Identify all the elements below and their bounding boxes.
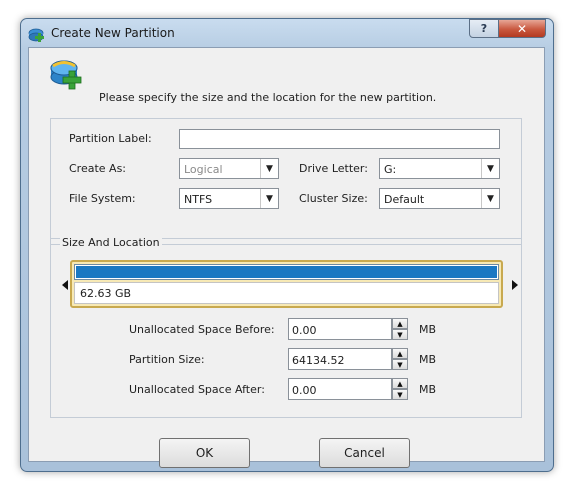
title-bar[interactable]: Create New Partition ? ✕ bbox=[21, 19, 553, 47]
drive-letter-select[interactable]: G: ▼ bbox=[379, 158, 500, 179]
spin-up-icon[interactable]: ▲ bbox=[392, 318, 408, 329]
spin-down-icon[interactable]: ▼ bbox=[392, 389, 408, 400]
spin-up-icon[interactable]: ▲ bbox=[392, 348, 408, 359]
partition-size-unit: MB bbox=[419, 353, 437, 366]
spin-down-icon[interactable]: ▼ bbox=[392, 329, 408, 340]
chevron-down-icon[interactable]: ▼ bbox=[260, 159, 278, 178]
close-button[interactable]: ✕ bbox=[498, 19, 546, 38]
size-location-legend: Size And Location bbox=[60, 236, 162, 249]
partition-fill bbox=[76, 266, 497, 278]
create-as-label: Create As: bbox=[69, 162, 127, 175]
file-system-label: File System: bbox=[69, 192, 136, 205]
unallocated-before-input[interactable]: 0.00 bbox=[288, 318, 392, 340]
file-system-value: NTFS bbox=[184, 193, 213, 206]
partition-info-box: 62.63 GB bbox=[74, 282, 499, 304]
cluster-size-select[interactable]: Default ▼ bbox=[379, 188, 500, 209]
resize-right-handle-icon[interactable] bbox=[512, 280, 518, 290]
dialog-body: Please specify the size and the location… bbox=[28, 47, 545, 468]
help-button[interactable]: ? bbox=[469, 19, 499, 38]
partition-size-value: 64134.52 bbox=[292, 354, 345, 367]
unallocated-before-unit: MB bbox=[419, 323, 437, 336]
create-as-select[interactable]: Logical ▼ bbox=[179, 158, 279, 179]
unallocated-after-label: Unallocated Space After: bbox=[129, 383, 265, 396]
unallocated-before-stepper[interactable]: 0.00 ▲ ▼ bbox=[288, 318, 408, 340]
unallocated-after-unit: MB bbox=[419, 383, 437, 396]
spin-down-icon[interactable]: ▼ bbox=[392, 359, 408, 370]
partition-size-input[interactable]: 64134.52 bbox=[288, 348, 392, 370]
cancel-button[interactable]: Cancel bbox=[319, 438, 410, 468]
window-title: Create New Partition bbox=[51, 26, 175, 40]
partition-size-label: Partition Size: bbox=[129, 353, 205, 366]
chevron-down-icon[interactable]: ▼ bbox=[260, 189, 278, 208]
partition-size-text: 62.63 GB bbox=[80, 287, 132, 300]
unallocated-after-value: 0.00 bbox=[292, 384, 317, 397]
cluster-size-value: Default bbox=[384, 193, 425, 206]
unallocated-before-label: Unallocated Space Before: bbox=[129, 323, 275, 336]
create-as-value: Logical bbox=[184, 163, 223, 176]
partition-label-input[interactable] bbox=[179, 129, 500, 149]
drive-letter-value: G: bbox=[384, 163, 397, 176]
ok-button[interactable]: OK bbox=[159, 438, 250, 468]
resize-left-handle-icon[interactable] bbox=[62, 280, 68, 290]
partition-size-bar[interactable] bbox=[74, 264, 499, 280]
partition-label-label: Partition Label: bbox=[69, 132, 152, 145]
create-partition-dialog: Create New Partition ? ✕ Please specify … bbox=[20, 18, 554, 472]
drive-letter-label: Drive Letter: bbox=[299, 162, 368, 175]
intro-text: Please specify the size and the location… bbox=[99, 91, 437, 104]
unallocated-after-input[interactable]: 0.00 bbox=[288, 378, 392, 400]
chevron-down-icon[interactable]: ▼ bbox=[481, 159, 499, 178]
unallocated-after-stepper[interactable]: 0.00 ▲ ▼ bbox=[288, 378, 408, 400]
partition-size-stepper[interactable]: 64134.52 ▲ ▼ bbox=[288, 348, 408, 370]
unallocated-before-value: 0.00 bbox=[292, 324, 317, 337]
partition-add-icon bbox=[50, 60, 82, 90]
spin-up-icon[interactable]: ▲ bbox=[392, 378, 408, 389]
file-system-select[interactable]: NTFS ▼ bbox=[179, 188, 279, 209]
chevron-down-icon[interactable]: ▼ bbox=[481, 189, 499, 208]
cluster-size-label: Cluster Size: bbox=[299, 192, 368, 205]
partition-add-icon bbox=[28, 28, 44, 42]
